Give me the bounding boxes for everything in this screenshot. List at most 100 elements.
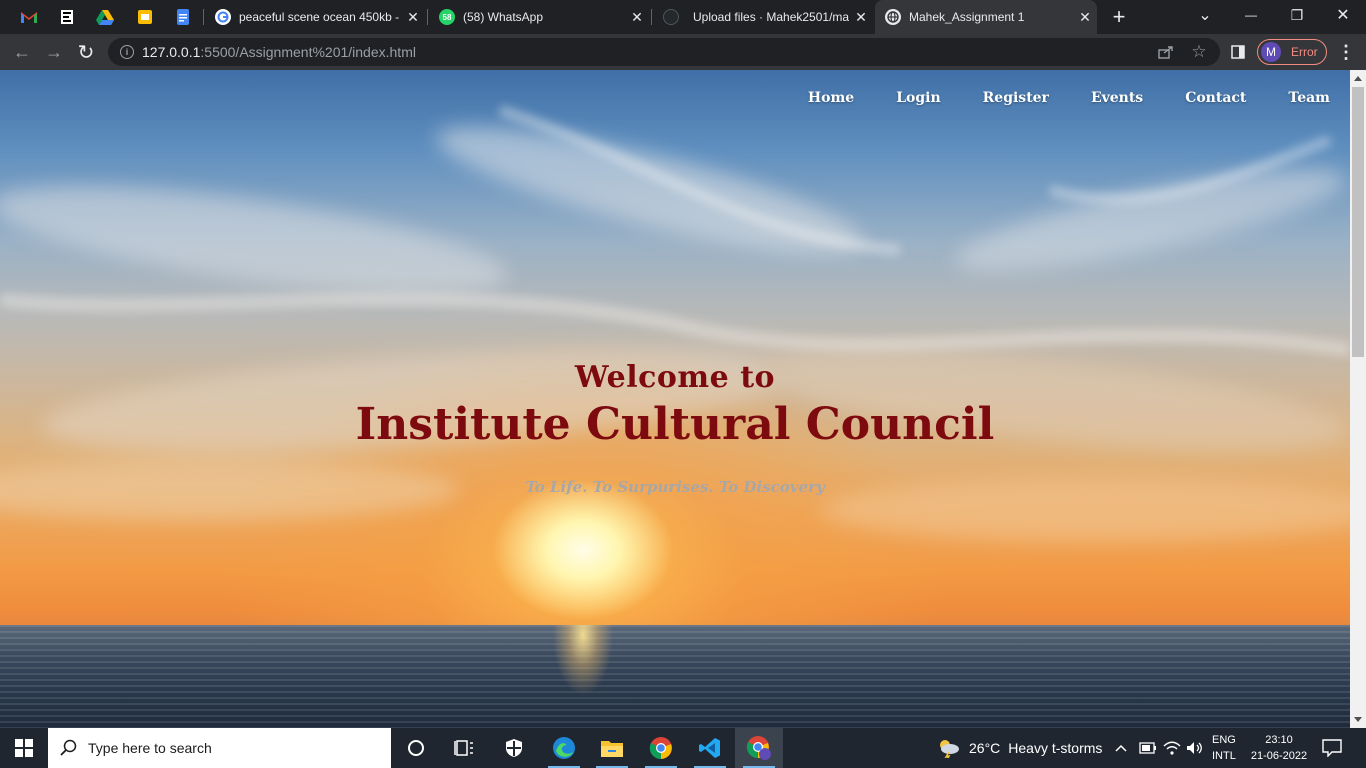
search-icon [60,739,77,756]
language-line2: INTL [1212,750,1236,762]
weather-condition: Heavy t-storms [1008,740,1103,756]
windows-security-button[interactable] [490,728,538,768]
evernote-pinned-tab[interactable] [52,5,82,29]
google-icon [215,9,231,25]
chrome-profile-button[interactable] [735,728,783,768]
bookmark-star-icon[interactable]: ☆ [1189,42,1209,61]
new-tab-button[interactable]: + [1097,2,1141,32]
tab-separator [427,9,428,25]
profile-error-label: Error [1291,45,1318,59]
tab-close-button[interactable]: ✕ [625,9,649,26]
restore-button[interactable]: ❐ [1274,0,1320,30]
edge-button[interactable] [540,728,588,768]
nav-link-events[interactable]: Events [1091,90,1143,106]
file-explorer-button[interactable] [588,728,636,768]
github-icon [663,9,679,25]
url-host: 127.0.0.1 [142,44,201,60]
minimize-button[interactable]: — [1228,0,1274,30]
chrome-profile-icon [746,736,771,760]
battery-button[interactable] [1139,728,1157,768]
tab-separator [203,9,204,25]
task-view-icon [454,740,473,756]
nav-link-home[interactable]: Home [808,90,854,106]
search-placeholder: Type here to search [88,740,212,756]
tab-close-button[interactable]: ✕ [401,9,425,26]
weather-temp: 26°C [969,740,1001,756]
tab-title: Upload files · Mahek2501/mal [693,10,849,24]
gmail-icon [21,12,37,23]
tray-overflow-button[interactable] [1114,728,1128,768]
reload-button[interactable]: ↻ [72,38,100,66]
clock-time: 23:10 [1265,734,1293,746]
weather-widget[interactable]: 26°C Heavy t-storms [937,728,1102,768]
clock-date: 21-06-2022 [1250,750,1308,762]
tab-title: (58) WhatsApp [463,10,544,24]
wifi-button[interactable] [1163,728,1181,768]
url-text[interactable]: 127.0.0.1:5500/Assignment%201/index.html [142,44,416,60]
scrollbar-thumb[interactable] [1352,87,1364,357]
language-indicator[interactable]: ENG INTL [1212,728,1236,768]
vscode-button[interactable] [686,728,734,768]
browser-menu-button[interactable]: ⋮ [1332,38,1360,66]
edge-icon [553,737,575,759]
google-drive-icon [96,10,114,25]
page-scrollbar[interactable] [1350,70,1366,728]
volume-button[interactable] [1186,728,1204,768]
tab-google-search[interactable]: peaceful scene ocean 450kb - ✕ [205,0,425,34]
cortana-icon [408,740,424,756]
tab-title: peaceful scene ocean 450kb - [239,10,400,24]
task-view-button[interactable] [440,728,488,768]
scroll-down-arrow[interactable] [1354,717,1362,722]
nav-link-login[interactable]: Login [896,90,940,106]
thunderstorm-icon [940,740,959,758]
whatsapp-icon: 58 [439,9,455,25]
page-viewport: Home Login Register Events Contact Team … [0,70,1350,728]
wifi-icon [1163,741,1181,755]
avatar: M [1261,42,1281,62]
vscode-icon [699,738,720,758]
share-icon[interactable] [1156,43,1176,61]
language-line1: ENG [1212,734,1236,746]
tab-assignment-active[interactable]: Mahek_Assignment 1 ✕ [875,0,1097,34]
chevron-up-icon [1115,744,1127,752]
address-bar[interactable]: i 127.0.0.1:5500/Assignment%201/index.ht… [108,38,1220,66]
tab-github-upload[interactable]: Upload files · Mahek2501/mal ✕ [653,0,873,34]
chrome-button[interactable] [637,728,685,768]
cortana-button[interactable] [392,728,440,768]
google-drive-pinned-tab[interactable] [90,5,120,29]
google-slides-icon [138,10,152,24]
file-explorer-icon [601,741,623,757]
notifications-button[interactable] [1322,728,1342,768]
clock[interactable]: 23:10 21-06-2022 [1246,728,1312,768]
nav-link-contact[interactable]: Contact [1185,90,1246,106]
nav-link-team[interactable]: Team [1288,90,1330,106]
notification-icon [1322,739,1342,757]
site-info-icon[interactable]: i [120,45,134,59]
tab-strip: peaceful scene ocean 450kb - ✕ 58 (58) W… [0,0,1366,34]
site-navigation: Home Login Register Events Contact Team [766,90,1330,106]
back-button[interactable]: ← [8,38,36,66]
tab-separator [651,9,652,25]
hero-title: Institute Cultural Council [355,399,995,450]
tab-whatsapp[interactable]: 58 (58) WhatsApp ✕ [429,0,649,34]
taskbar-search-box[interactable]: Type here to search [48,728,391,768]
google-slides-pinned-tab[interactable] [130,5,160,29]
close-window-button[interactable]: ✕ [1320,0,1366,30]
volume-icon [1187,742,1202,754]
hero-section: Welcome to Institute Cultural Council To… [0,360,1350,496]
tab-search-button[interactable]: ⌄ [1182,0,1228,30]
nav-link-register[interactable]: Register [983,90,1049,106]
google-docs-pinned-tab[interactable] [168,5,198,29]
scroll-up-arrow[interactable] [1354,76,1362,81]
gmail-pinned-tab[interactable] [14,5,44,29]
hero-tagline: To Life. To Surpurises. To Discovery [525,478,825,496]
hero-welcome-text: Welcome to [574,360,776,395]
globe-icon [885,9,901,25]
tab-close-button[interactable]: ✕ [849,9,873,26]
forward-button[interactable]: → [40,38,68,66]
tab-close-button[interactable]: ✕ [1073,9,1097,26]
profile-button[interactable]: M Error [1257,39,1327,65]
side-panel-button[interactable] [1224,38,1252,66]
evernote-icon [61,10,73,24]
start-button[interactable] [0,728,48,768]
